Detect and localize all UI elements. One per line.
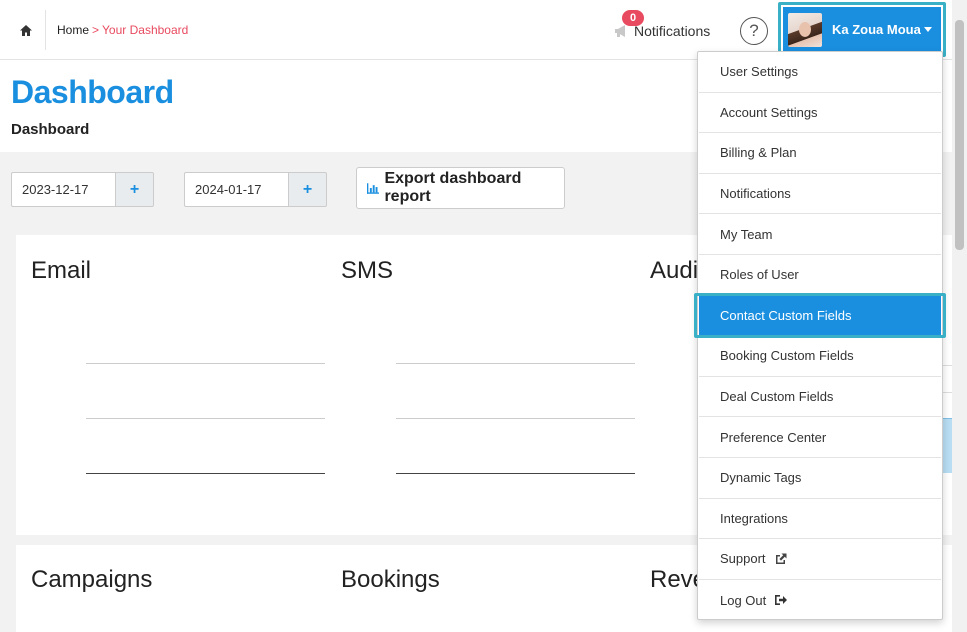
breadcrumb-current[interactable]: Your Dashboard: [102, 23, 188, 37]
menu-item-contact-custom-fields[interactable]: Contact Custom Fields: [699, 295, 941, 337]
sms-chart-gridline: [396, 418, 635, 419]
menu-item-dynamic-tags[interactable]: Dynamic Tags: [699, 458, 941, 499]
start-date-input[interactable]: 2023-12-17: [11, 172, 115, 207]
email-panel-title: Email: [31, 257, 92, 284]
menu-item-deal-custom-fields[interactable]: Deal Custom Fields: [699, 377, 941, 418]
sms-panel-title: SMS: [341, 257, 394, 284]
breadcrumb-home-link[interactable]: Home: [57, 23, 89, 37]
megaphone-icon: [615, 25, 625, 37]
background-divider: [943, 365, 952, 366]
background-divider: [943, 392, 952, 393]
menu-item-preference-center[interactable]: Preference Center: [699, 417, 941, 458]
user-dropdown-menu: User Settings Account Settings Billing &…: [697, 51, 943, 620]
sms-chart-gridline: [396, 363, 635, 364]
bookings-panel-title: Bookings: [341, 566, 440, 593]
bar-chart-icon: [367, 182, 380, 194]
page-title: Dashboard: [11, 74, 174, 110]
menu-item-integrations[interactable]: Integrations: [699, 499, 941, 540]
plus-icon[interactable]: +: [288, 172, 327, 207]
menu-item-support[interactable]: Support: [699, 539, 941, 580]
export-dashboard-button[interactable]: Export dashboard report: [356, 167, 565, 209]
user-name: Ka Zoua Moua: [832, 22, 921, 37]
sms-chart-baseline: [396, 473, 635, 474]
logout-icon: [775, 595, 788, 606]
plus-icon[interactable]: +: [115, 172, 154, 207]
user-menu-button[interactable]: Ka Zoua Moua: [783, 7, 941, 52]
menu-item-booking-custom-fields[interactable]: Booking Custom Fields: [699, 336, 941, 377]
export-button-label: Export dashboard report: [384, 170, 522, 205]
end-date-group: 2024-01-17 +: [184, 172, 327, 207]
breadcrumb-separator: >: [92, 23, 100, 37]
menu-item-log-out[interactable]: Log Out: [699, 580, 941, 621]
menu-item-notifications[interactable]: Notifications: [699, 174, 941, 215]
menu-item-support-label: Support: [720, 551, 766, 567]
campaigns-panel-title: Campaigns: [31, 566, 153, 593]
divider: [45, 10, 46, 50]
menu-item-my-team[interactable]: My Team: [699, 214, 941, 255]
email-chart-baseline: [86, 473, 325, 474]
email-chart-gridline: [86, 363, 325, 364]
email-chart-gridline: [86, 418, 325, 419]
background-highlight: [943, 418, 952, 473]
menu-item-user-settings[interactable]: User Settings: [699, 52, 941, 93]
caret-down-icon: [924, 27, 932, 32]
page-scrollbar[interactable]: [952, 0, 967, 632]
breadcrumb: Home > Your Dashboard: [57, 23, 188, 37]
avatar: [788, 12, 822, 47]
external-link-icon: [775, 553, 787, 564]
audience-panel-title: Audi: [650, 257, 699, 284]
help-icon[interactable]: ?: [740, 17, 768, 45]
scrollbar-thumb[interactable]: [955, 20, 964, 250]
notifications-label: Notifications: [634, 23, 711, 39]
menu-item-account-settings[interactable]: Account Settings: [699, 93, 941, 134]
menu-item-roles-of-user[interactable]: Roles of User: [699, 255, 941, 296]
start-date-group: 2023-12-17 +: [11, 172, 154, 207]
page-subtitle: Dashboard: [11, 121, 90, 138]
home-icon[interactable]: [14, 20, 38, 40]
notifications-button[interactable]: 0 Notifications: [614, 10, 710, 50]
menu-item-log-out-label: Log Out: [720, 592, 767, 608]
menu-item-billing-plan[interactable]: Billing & Plan: [699, 133, 941, 174]
end-date-input[interactable]: 2024-01-17: [184, 172, 288, 207]
